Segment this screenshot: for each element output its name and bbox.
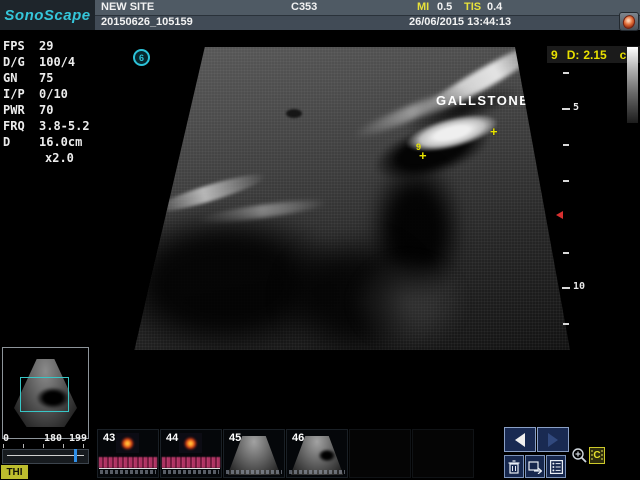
clip-thumbnail-43[interactable]: 43 [97,429,159,478]
caliper-marker-b[interactable]: + [490,127,498,137]
bmode-dark-structure [318,449,336,462]
spectral-baseline [99,468,157,469]
logo-area: SonoScape [0,0,95,30]
annotation-text: GALLSTONE [436,93,529,108]
clip-thumbnail-44[interactable]: 44 [160,429,222,478]
thi-status-badge: THI [1,465,28,479]
header-bar-top: NEW SITE C353 MI 0.5 TIS 0.4 [95,0,640,16]
param-gn: GN75 [3,70,123,86]
graymap-tick-199: 199 [69,433,87,444]
next-page-button[interactable] [537,427,569,452]
doppler-colorbar [151,433,156,454]
ruler-tick [563,252,569,254]
cine-mode-button[interactable]: C [589,447,605,464]
color-doppler-box [179,433,202,454]
clip-number: 45 [229,432,241,444]
delete-clip-button[interactable] [504,455,524,478]
graymap-tick-180: 180 [44,433,62,444]
prev-page-button[interactable] [504,427,536,452]
spectral-baseline [162,468,220,469]
caliper-marker-a[interactable]: + [419,151,427,161]
mi-label: MI [417,1,429,13]
ruler-label-5: 5 [573,102,579,113]
param-ip: I/P0/10 [3,86,123,102]
send-clip-button[interactable] [525,455,545,478]
export-icon [528,460,542,474]
mi-value: 0.5 [437,1,452,13]
orientation-marker: 6 [133,49,150,66]
swirl-glyph [621,13,637,30]
slider-track-line [7,455,84,456]
cine-letter: C [593,450,600,461]
light-region-bottom [348,252,468,352]
probe-model: C353 [291,1,317,13]
focal-zone-marker[interactable] [556,211,563,219]
thumb-text-strip [289,470,345,474]
list-icon [550,460,563,474]
thumb-text-strip [163,470,219,474]
clip-thumbnail-46[interactable]: 46 [286,429,348,478]
param-fps: FPS29 [3,38,123,54]
zoom-roi-box[interactable] [20,377,69,412]
ruler-tick [563,144,569,146]
empty-thumbnail-slot [349,429,411,478]
header-bar-bottom: 20150626_105159 26/06/2015 13:44:13 [95,16,640,30]
clip-list-button[interactable] [546,455,566,478]
doppler-flame [121,437,135,450]
empty-thumbnail-slot [412,429,474,478]
clip-number: 46 [292,432,304,444]
param-frq: FRQ3.8-5.2 [3,118,123,134]
arrow-left-icon [515,433,525,447]
imaging-parameters: FPS29 D/G100/4 GN75 I/P0/10 PWR70 FRQ3.8… [3,38,123,166]
magnifier-plus-icon [571,447,588,464]
slider-handle[interactable] [74,449,77,462]
arrow-right-icon [548,433,558,447]
measurement-label: D: [567,48,580,62]
ruler-tick [563,72,569,74]
tis-value: 0.4 [487,1,502,13]
dark-spot [286,109,302,118]
ultrasound-image: GALLSTONE + 9 + [130,47,570,350]
measurement-index: 9 [551,48,558,62]
measurement-value: 2.15 [583,48,606,62]
ruler-tick [563,180,569,182]
ruler-tick-major [562,108,570,110]
thumb-text-strip [226,470,282,474]
grayscale-bar [627,47,638,123]
help-icon[interactable] [619,12,639,31]
exam-id: 20150626_105159 [101,16,193,28]
param-zoom: x2.0 [3,150,123,166]
doppler-flame [184,437,198,450]
trash-icon [508,460,520,474]
spectral-trace [162,457,220,468]
graymap-slider[interactable] [2,449,89,464]
clip-thumbnail-45[interactable]: 45 [223,429,285,478]
spectral-trace [99,457,157,468]
doppler-colorbar [214,433,219,454]
patient-name: NEW SITE [101,1,154,13]
graymap-tick-0: 0 [3,433,9,444]
param-pwr: PWR70 [3,102,123,118]
param-depth: D16.0cm [3,134,123,150]
thumb-text-strip [100,470,156,474]
zoom-tool-button[interactable] [571,447,588,464]
clip-number: 43 [103,432,115,444]
datetime: 26/06/2015 13:44:13 [409,16,511,28]
param-dg: D/G100/4 [3,54,123,70]
tis-label: TIS [464,1,481,13]
clip-number: 44 [166,432,178,444]
ruler-tick [563,323,569,325]
graymap-ruler [3,444,87,448]
zoom-overview-thumbnail[interactable] [2,347,89,439]
color-doppler-box [116,433,139,454]
ultrasound-screen: { "header": { "logo": "SonoScape", "site… [0,0,640,480]
ruler-label-10: 10 [573,281,585,292]
sonoscape-logo: SonoScape [4,7,90,24]
ruler-tick-major [562,287,570,289]
